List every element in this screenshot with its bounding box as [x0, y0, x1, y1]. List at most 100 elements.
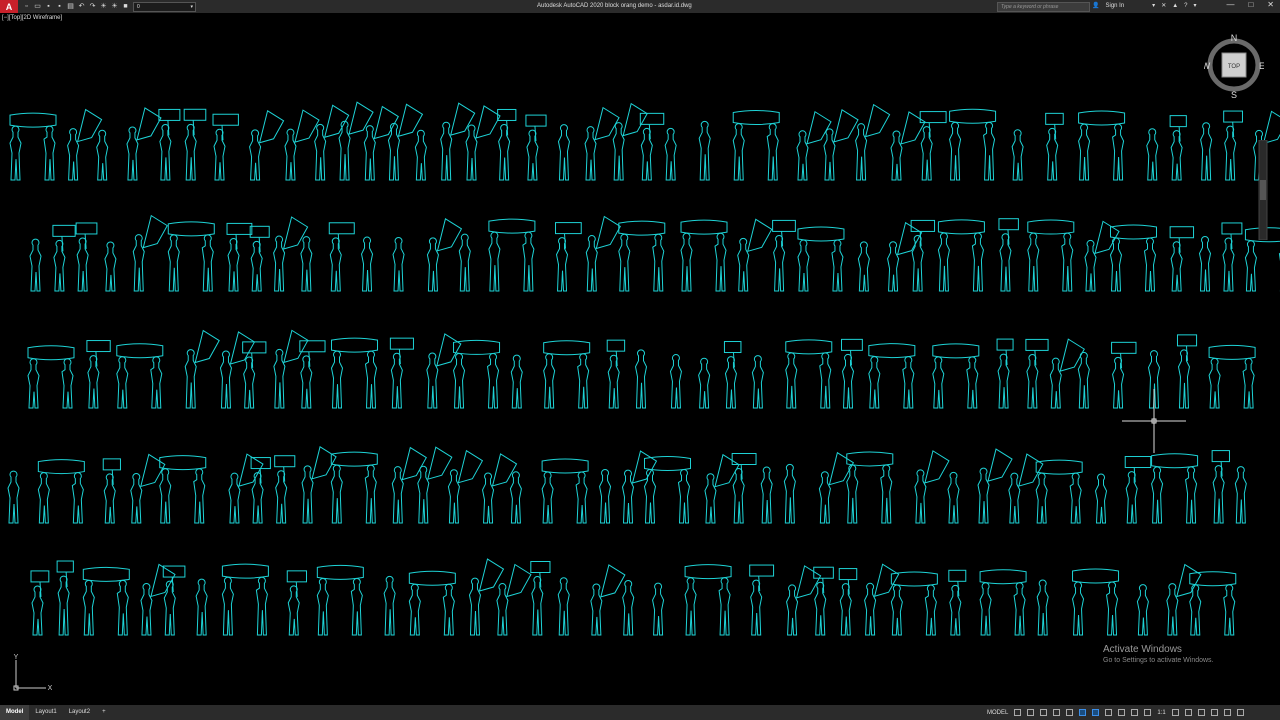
- figure-block[interactable]: [1025, 338, 1049, 409]
- figure-block[interactable]: [27, 345, 75, 409]
- figure-block[interactable]: [914, 450, 950, 524]
- figure-block[interactable]: [29, 238, 42, 292]
- figure-block[interactable]: [496, 563, 532, 636]
- figure-block[interactable]: [330, 337, 379, 409]
- figure-block[interactable]: [947, 471, 960, 524]
- figure-block[interactable]: [67, 108, 103, 181]
- print-icon[interactable]: ▤: [67, 3, 74, 10]
- polar-icon[interactable]: [1053, 709, 1061, 716]
- figure-block[interactable]: [937, 219, 985, 292]
- figure-block[interactable]: [1200, 122, 1213, 181]
- figure-block[interactable]: [887, 221, 923, 292]
- figure-block[interactable]: [274, 455, 296, 524]
- figure-block[interactable]: [760, 466, 773, 524]
- figure-block[interactable]: [557, 577, 570, 636]
- lightbulb-icon[interactable]: ☀: [100, 3, 107, 10]
- figure-block[interactable]: [1035, 459, 1083, 524]
- figure-block[interactable]: [363, 105, 399, 181]
- figure-block[interactable]: [979, 569, 1027, 636]
- autocad-logo-button[interactable]: A: [0, 0, 18, 13]
- figure-block[interactable]: [555, 222, 582, 292]
- figure-block[interactable]: [1176, 334, 1198, 409]
- transparency-icon[interactable]: [1118, 709, 1126, 716]
- figure-block[interactable]: [698, 120, 711, 181]
- figure-block[interactable]: [249, 225, 270, 292]
- compass-north[interactable]: N: [1231, 33, 1238, 43]
- figure-block[interactable]: [440, 102, 476, 181]
- open-icon[interactable]: ▭: [34, 3, 41, 10]
- figure-block[interactable]: [75, 222, 98, 292]
- figure-block[interactable]: [557, 124, 570, 181]
- figure-block[interactable]: [82, 566, 130, 636]
- figure-block[interactable]: [96, 129, 109, 181]
- figure-block[interactable]: [167, 221, 215, 292]
- figure-block[interactable]: [525, 114, 547, 181]
- clean-screen-icon[interactable]: [1223, 709, 1231, 716]
- figure-block[interactable]: [751, 355, 764, 409]
- tab-layout2[interactable]: Layout2: [63, 705, 96, 720]
- cart-icon[interactable]: ✕: [1161, 2, 1166, 9]
- figure-block[interactable]: [184, 329, 220, 409]
- figure-block[interactable]: [1223, 110, 1243, 181]
- figure-block[interactable]: [447, 449, 484, 524]
- figure-block[interactable]: [330, 451, 378, 524]
- figure-block[interactable]: [284, 109, 320, 181]
- figure-block[interactable]: [426, 218, 463, 292]
- figure-block[interactable]: [56, 560, 74, 636]
- layer-dropdown[interactable]: 0 ▾: [133, 1, 196, 12]
- figure-block[interactable]: [949, 108, 997, 181]
- figure-block[interactable]: [680, 219, 728, 292]
- figure-block[interactable]: [132, 214, 168, 292]
- figure-block[interactable]: [783, 463, 796, 524]
- viewport-controls-label[interactable]: [−][Top][2D Wireframe]: [2, 15, 62, 21]
- figure-block[interactable]: [392, 237, 405, 292]
- figure-block[interactable]: [417, 446, 453, 524]
- figure-block[interactable]: [857, 241, 870, 292]
- figure-block[interactable]: [652, 582, 665, 636]
- add-layout-button[interactable]: +: [96, 705, 112, 720]
- color-square-icon[interactable]: ■: [122, 3, 129, 10]
- grid-icon[interactable]: [1014, 709, 1022, 716]
- isodraft-icon[interactable]: [1066, 709, 1074, 716]
- otrack-icon[interactable]: [1092, 709, 1100, 716]
- gear-icon[interactable]: [1171, 709, 1179, 716]
- figure-block[interactable]: [52, 224, 76, 292]
- figure-block[interactable]: [1036, 579, 1049, 636]
- close-button[interactable]: ✕: [1267, 0, 1274, 9]
- figure-block[interactable]: [1169, 226, 1195, 292]
- sign-in-button[interactable]: Sign In: [1105, 3, 1124, 9]
- navigation-bar[interactable]: [1258, 140, 1268, 240]
- figure-block[interactable]: [890, 571, 938, 636]
- figure-block[interactable]: [606, 339, 626, 409]
- figure-block[interactable]: [242, 341, 267, 409]
- figure-block[interactable]: [488, 218, 536, 292]
- figure-block[interactable]: [996, 338, 1014, 409]
- lineweight-icon[interactable]: [1105, 709, 1113, 716]
- figure-block[interactable]: [543, 340, 591, 409]
- figure-block[interactable]: [328, 222, 355, 292]
- figure-block[interactable]: [7, 470, 20, 524]
- figure-block[interactable]: [622, 580, 635, 636]
- figure-block[interactable]: [361, 236, 374, 292]
- figure-block[interactable]: [104, 241, 117, 292]
- figure-block[interactable]: [414, 129, 427, 181]
- figure-block[interactable]: [841, 338, 863, 409]
- hardware-accel-icon[interactable]: [1210, 709, 1218, 716]
- figure-block[interactable]: [1078, 110, 1126, 181]
- search-input[interactable]: Type a keyword or phrase: [997, 2, 1090, 12]
- user-icon[interactable]: 👤: [1092, 2, 1099, 9]
- figure-block[interactable]: [453, 339, 501, 409]
- save-icon[interactable]: ▪: [45, 3, 52, 10]
- figure-block[interactable]: [910, 219, 936, 292]
- figure-block[interactable]: [643, 455, 691, 524]
- figure-block[interactable]: [732, 110, 780, 181]
- ortho-icon[interactable]: [1040, 709, 1048, 716]
- figure-block[interactable]: [1136, 584, 1149, 636]
- figure-block[interactable]: [158, 108, 181, 181]
- figure-block[interactable]: [684, 564, 732, 636]
- figure-block[interactable]: [669, 354, 682, 409]
- figure-block[interactable]: [541, 458, 589, 524]
- model-space-button[interactable]: MODEL: [987, 710, 1008, 716]
- figure-block[interactable]: [226, 222, 253, 292]
- figure-block[interactable]: [316, 564, 364, 636]
